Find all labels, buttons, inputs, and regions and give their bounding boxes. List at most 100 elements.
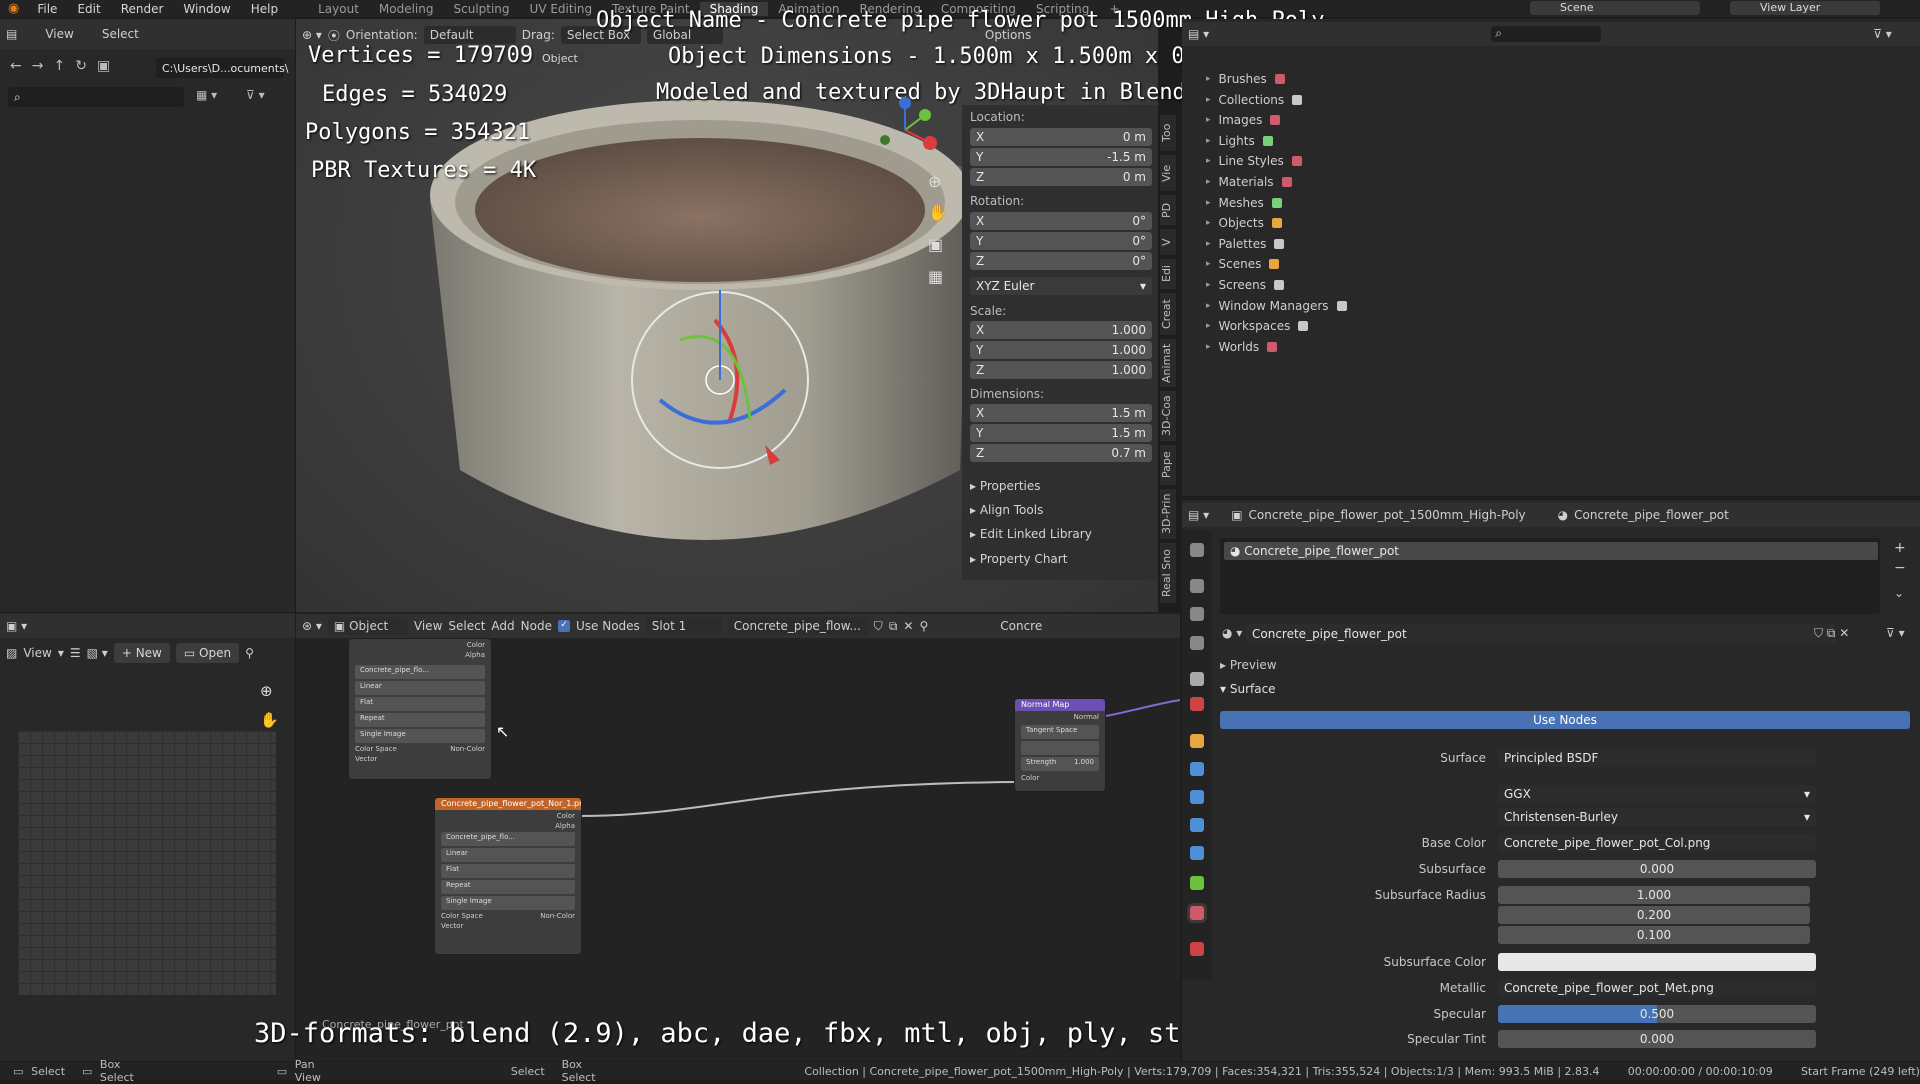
forward-arrow-icon[interactable]: → — [32, 58, 44, 74]
expand-arrow-icon[interactable]: ▸ — [1206, 95, 1211, 105]
filter-icon[interactable]: ⊽ ▾ — [246, 88, 265, 102]
uv-map-field[interactable] — [1021, 741, 1099, 755]
color-space-dropdown[interactable]: Non-Color — [450, 745, 485, 753]
zoom-icon[interactable]: ⊕ — [260, 682, 273, 700]
expand-arrow-icon[interactable]: ▸ — [1206, 259, 1211, 269]
object-type-dropdown[interactable]: ▣ Object — [327, 617, 408, 635]
strength-field[interactable]: Strength 1.000 — [1021, 757, 1099, 771]
section-preview[interactable]: ▸ Preview — [1220, 658, 1277, 672]
image-browse-icon[interactable]: ▧ ▾ — [87, 646, 108, 660]
outliner-item[interactable]: ▸ Lights — [1206, 134, 1273, 148]
copy-icon[interactable]: ⧉ — [889, 619, 898, 634]
subsurface-radius-z[interactable]: 0.100 — [1498, 926, 1810, 944]
tab-create[interactable]: Creat — [1160, 293, 1176, 335]
location-y-field[interactable]: Y -1.5 m — [970, 148, 1152, 166]
editor-type-icon[interactable]: ⊕ ▾ — [302, 28, 322, 42]
tab-real-snow[interactable]: Real Sno — [1160, 543, 1176, 603]
tab-paper[interactable]: Pape — [1160, 445, 1176, 485]
close-icon[interactable]: ✕ — [903, 619, 913, 633]
dimensions-y-field[interactable]: Y 1.5 m — [970, 424, 1152, 442]
object-properties-icon[interactable] — [1190, 734, 1204, 748]
new-folder-icon[interactable]: ▣ — [97, 58, 110, 74]
projection-dropdown[interactable]: Flat — [355, 697, 485, 711]
specular-slider[interactable]: 0.500 — [1498, 1005, 1816, 1023]
tab-animation[interactable]: Animat — [1160, 339, 1176, 387]
back-arrow-icon[interactable]: ← — [10, 58, 22, 74]
file-search-input[interactable]: ⌕ — [8, 87, 184, 107]
rotation-x-field[interactable]: X 0° — [970, 212, 1152, 230]
section-properties[interactable]: ▸ Properties — [970, 479, 1041, 493]
navigation-axis-gizmo[interactable] — [870, 95, 940, 165]
particles-icon[interactable] — [1190, 790, 1204, 804]
tab-v[interactable]: V — [1160, 229, 1176, 255]
expand-arrow-icon[interactable]: ▸ — [1206, 177, 1211, 187]
refresh-icon[interactable]: ↻ — [75, 58, 87, 74]
filter-icon[interactable]: ⊽ ▾ — [1873, 27, 1892, 41]
view-layer-icon[interactable] — [1190, 636, 1204, 650]
outliner-item[interactable]: ▸ Brushes — [1206, 72, 1285, 86]
scale-z-field[interactable]: Z 1.000 — [970, 361, 1152, 379]
view-layer-selector[interactable]: View Layer — [1730, 1, 1880, 15]
image-texture-node-normal[interactable]: Concrete_pipe_flower_pot_Nor_1.png Color… — [434, 797, 582, 955]
tool-settings-icon[interactable] — [1190, 543, 1204, 557]
dimensions-x-field[interactable]: X 1.5 m — [970, 404, 1152, 422]
image-selector[interactable]: Concrete_pipe_flo... — [355, 665, 485, 679]
render-icon[interactable] — [1190, 579, 1204, 593]
normal-map-node[interactable]: Normal Map Normal Tangent Space Strength… — [1014, 698, 1106, 792]
subsurface-slider[interactable]: 0.000 — [1498, 860, 1816, 878]
scale-y-field[interactable]: Y 1.000 — [970, 341, 1152, 359]
section-edit-linked-library[interactable]: ▸ Edit Linked Library — [970, 527, 1092, 541]
use-nodes-button[interactable]: Use Nodes — [1220, 711, 1910, 729]
menu-view[interactable]: View — [414, 619, 442, 633]
section-align-tools[interactable]: ▸ Align Tools — [970, 503, 1043, 517]
expand-arrow-icon[interactable]: ▸ — [1206, 301, 1211, 311]
tab-sculpting[interactable]: Sculpting — [444, 2, 520, 16]
grid-view-icon[interactable]: ▦ — [928, 267, 943, 286]
physics-icon[interactable] — [1190, 818, 1204, 832]
tab-tool[interactable]: Too — [1160, 115, 1176, 151]
output-icon[interactable] — [1190, 607, 1204, 621]
outliner-item[interactable]: ▸ Objects — [1206, 216, 1282, 230]
expand-arrow-icon[interactable]: ▸ — [1206, 156, 1211, 166]
outliner-item[interactable]: ▸ Materials — [1206, 175, 1292, 189]
tab-edit[interactable]: Edi — [1160, 259, 1176, 289]
rotation-mode-dropdown[interactable]: XYZ Euler ▾ — [970, 277, 1152, 295]
expand-arrow-icon[interactable]: ▸ — [1206, 280, 1211, 290]
expand-arrow-icon[interactable]: ▸ — [1206, 115, 1211, 125]
subsurface-radius-x[interactable]: 1.000 — [1498, 886, 1810, 904]
outliner-item[interactable]: ▸ Workspaces — [1206, 319, 1309, 333]
tab-pd[interactable]: PD — [1160, 195, 1176, 225]
outliner-item[interactable]: ▸ Meshes — [1206, 196, 1282, 210]
source-dropdown[interactable]: Single Image — [441, 896, 575, 910]
tab-view[interactable]: Vie — [1160, 155, 1176, 191]
editor-type-icon[interactable]: ⊛ ▾ — [302, 619, 322, 633]
section-surface[interactable]: ▾ Surface — [1220, 682, 1276, 696]
path-field[interactable]: C:\Users\D...ocuments\ — [156, 58, 289, 78]
color-space-dropdown[interactable]: Non-Color — [540, 912, 575, 920]
texture-icon[interactable] — [1190, 942, 1204, 956]
pin-icon[interactable]: ⚲ — [919, 619, 928, 633]
expand-arrow-icon[interactable]: ▸ — [1206, 136, 1211, 146]
menu-file[interactable]: File — [27, 2, 67, 16]
constraints-icon[interactable] — [1190, 846, 1204, 860]
specular-tint-slider[interactable]: 0.000 — [1498, 1030, 1816, 1048]
object-mode-button[interactable]: Object — [536, 50, 584, 67]
menu-view[interactable]: View — [45, 27, 73, 41]
menu-window[interactable]: Window — [173, 2, 240, 16]
extension-dropdown[interactable]: Repeat — [355, 713, 485, 727]
outliner-item[interactable]: ▸ Window Managers — [1206, 299, 1347, 313]
outliner-item[interactable]: ▸ Images — [1206, 113, 1281, 127]
parent-dir-icon[interactable]: ↑ — [53, 58, 65, 74]
editor-type-icon[interactable]: ▤ ▾ — [1188, 27, 1209, 41]
source-dropdown[interactable]: Single Image — [355, 729, 485, 743]
menu-edit[interactable]: Edit — [67, 2, 110, 16]
location-x-field[interactable]: X0 m — [970, 128, 1152, 146]
world-material-dropdown[interactable]: Concre — [1000, 619, 1042, 633]
expand-arrow-icon[interactable]: ▸ — [1206, 321, 1211, 331]
material-slot-item[interactable]: ◕ Concrete_pipe_flower_pot — [1224, 542, 1878, 560]
interpolation-dropdown[interactable]: Linear — [441, 848, 575, 862]
add-slot-button[interactable]: + — [1894, 540, 1906, 556]
metallic-field[interactable]: Concrete_pipe_flower_pot_Met.png — [1498, 979, 1816, 997]
location-z-field[interactable]: Z0 m — [970, 168, 1152, 186]
object-origin-icon[interactable]: ⦿ — [328, 27, 340, 44]
